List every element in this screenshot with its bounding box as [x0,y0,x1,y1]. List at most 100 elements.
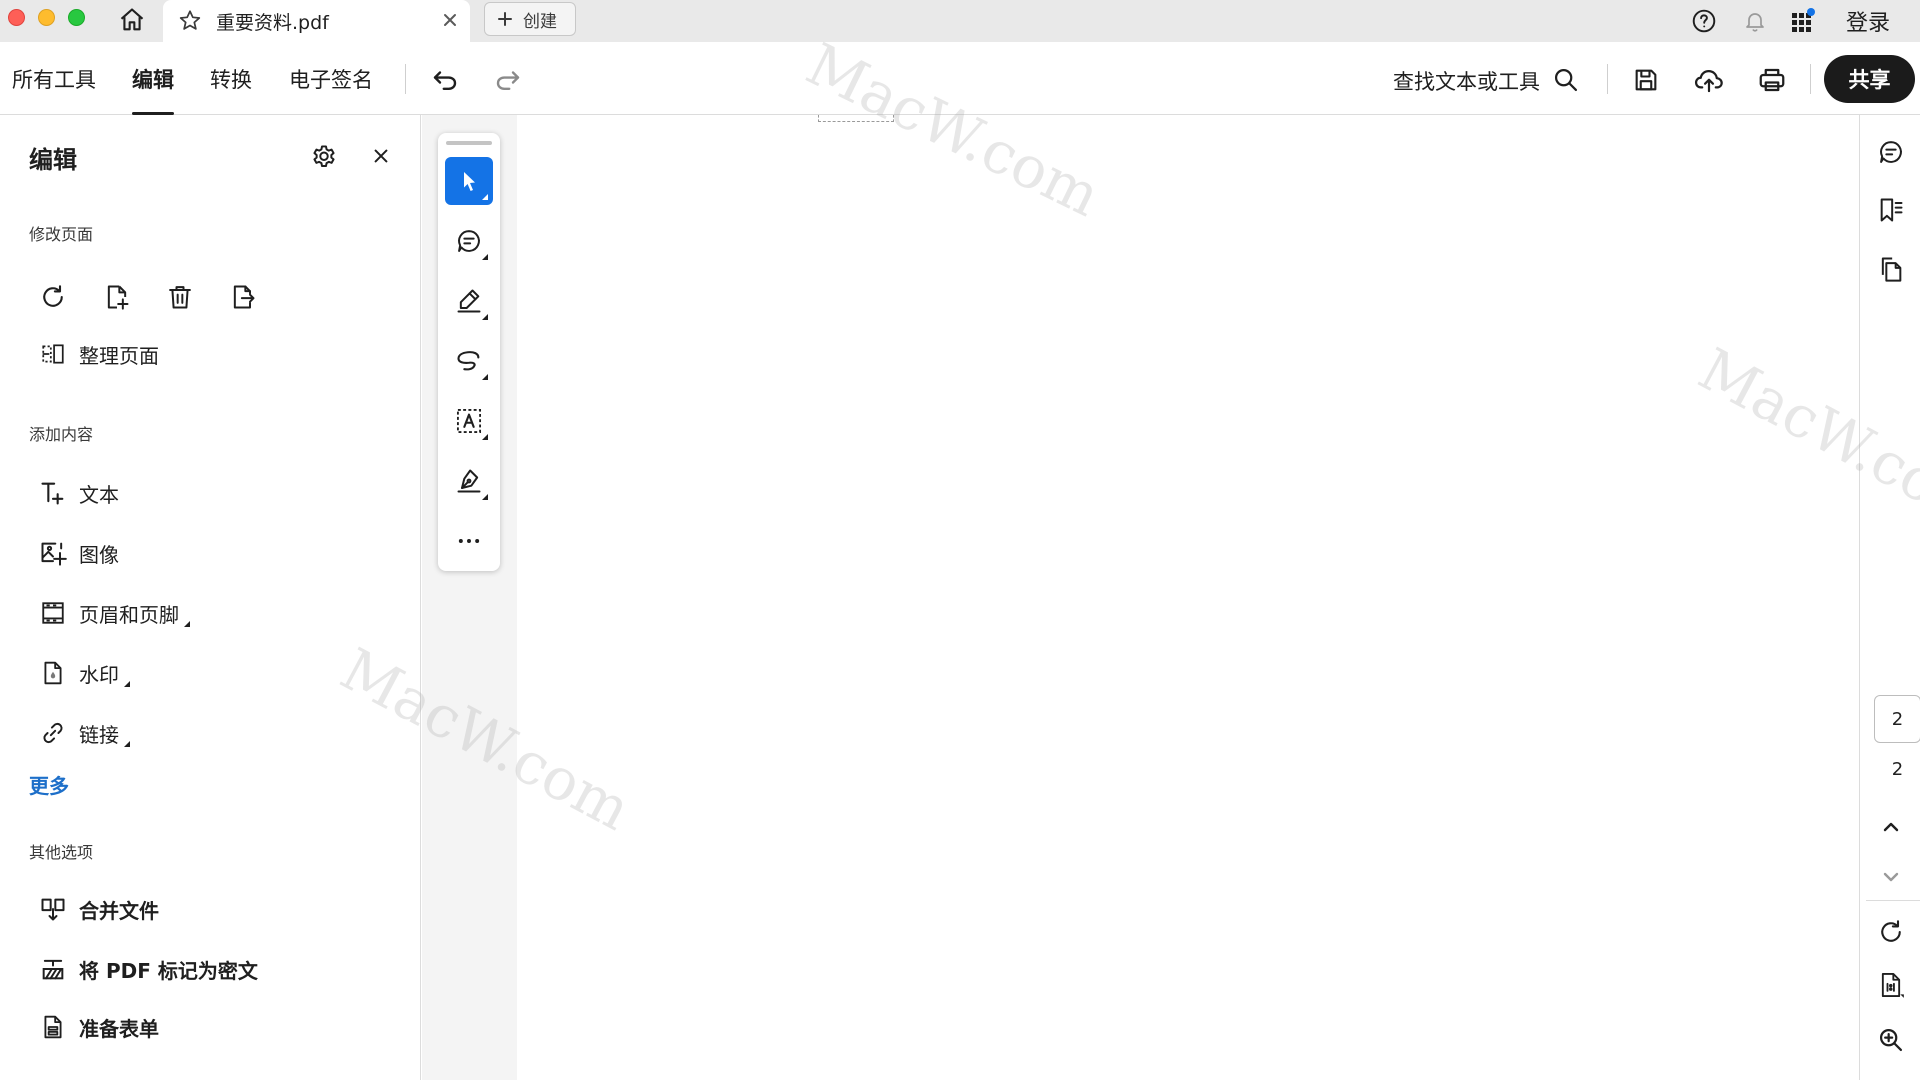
redo-icon [496,71,520,90]
add-text-item[interactable]: 文本 [38,475,119,511]
chevron-up-icon [1883,822,1899,832]
document-tab-title: 重要资料.pdf [216,12,329,34]
main-toolbar: 所有工具 编辑 转换 电子签名 查找文本或工具 共享 [0,42,1920,115]
notifications-button[interactable] [1740,6,1770,36]
freehand-draw-icon [457,351,480,371]
rotate-view-button[interactable] [1874,915,1908,949]
create-button[interactable]: 创建 [484,2,576,36]
page-thumbnails-button[interactable] [1874,252,1908,286]
fit-page-button[interactable] [1874,968,1908,1002]
more-tools-link[interactable]: 更多 [29,770,69,799]
share-button[interactable]: 共享 [1824,55,1915,103]
tab-convert[interactable]: 转换 [210,64,252,115]
pdf-page[interactable] [517,115,1859,1080]
rotate-page-button[interactable] [33,277,73,317]
tab-all-tools[interactable]: 所有工具 [12,64,96,115]
panel-title: 编辑 [29,146,77,174]
cloud-upload-icon [1694,70,1723,93]
text-box-tool-button[interactable] [445,397,493,445]
window-close-button[interactable] [8,9,25,26]
link-item[interactable]: 链接 [38,715,130,751]
current-page-input[interactable]: 2 [1874,695,1920,743]
highlight-icon [457,289,481,313]
combine-files-item[interactable]: 合并文件 [38,891,159,927]
submenu-indicator [482,434,488,440]
more-tools-button[interactable] [445,517,493,565]
home-button[interactable] [116,4,148,36]
help-button[interactable] [1689,6,1719,36]
select-tool-button[interactable] [445,157,493,205]
upload-to-cloud-button[interactable] [1691,62,1727,98]
add-image-label: 图像 [79,542,119,567]
star-icon[interactable] [177,8,203,34]
edit-panel: 编辑 修改页面 整理页面 添加内容 文本 图像 页眉和页脚 水印 链接 更多 其… [0,115,421,1080]
watermark-item[interactable]: 水印 [38,655,130,691]
plus-icon [498,12,512,26]
organize-pages-item[interactable]: 整理页面 [38,336,159,372]
create-button-label: 创建 [523,11,557,32]
delete-page-button[interactable] [160,277,200,317]
add-text-icon [38,478,68,508]
submenu-indicator [482,314,488,320]
text-box-icon [456,408,482,434]
tab-esign[interactable]: 电子签名 [289,64,373,115]
search-button[interactable] [1548,62,1584,98]
organize-pages-icon [38,339,68,369]
previous-page-button[interactable] [1874,810,1908,844]
home-icon [120,8,144,31]
combine-files-icon [38,894,68,924]
find-text-or-tools[interactable]: 查找文本或工具 [1393,66,1540,96]
print-icon [1759,68,1785,92]
pages-icon [1881,257,1902,282]
submenu-indicator [184,621,190,627]
document-viewport[interactable] [422,115,1859,1080]
redact-item[interactable]: 将 PDF 标记为密文 [38,951,258,987]
apps-button[interactable] [1788,6,1818,36]
highlight-tool-button[interactable] [445,277,493,325]
redact-label: 将 PDF 标记为密文 [79,958,258,983]
sign-tool-button[interactable] [445,457,493,505]
section-modify-pages: 修改页面 [29,225,94,244]
link-label: 链接 [79,722,119,747]
section-other-options: 其他选项 [29,843,94,862]
gear-icon [313,145,335,168]
extract-page-button[interactable] [223,277,263,317]
freehand-draw-tool-button[interactable] [445,337,493,385]
save-button[interactable] [1628,62,1664,98]
add-image-item[interactable]: 图像 [38,535,119,571]
comments-panel-button[interactable] [1874,135,1908,169]
header-footer-item[interactable]: 页眉和页脚 [38,595,190,631]
select-cursor-icon [464,172,475,191]
submenu-indicator [482,374,488,380]
undo-icon [433,71,457,90]
quick-tools-toolbar [438,133,500,571]
close-icon [444,14,456,26]
panel-settings-button[interactable] [307,139,341,173]
zoom-in-button[interactable] [1874,1023,1908,1057]
help-icon [1692,9,1716,33]
bookmarks-panel-button[interactable] [1874,193,1908,227]
redo-button[interactable] [490,62,526,98]
prepare-form-item[interactable]: 准备表单 [38,1009,159,1045]
document-tab[interactable]: 重要资料.pdf [163,0,470,42]
tab-edit[interactable]: 编辑 [132,64,174,115]
print-button[interactable] [1754,62,1790,98]
toolbar-divider [1607,64,1608,94]
total-pages: 2 [1891,759,1904,780]
toolbar-drag-handle[interactable] [446,141,492,145]
organize-pages-label: 整理页面 [79,343,159,368]
sign-in-link[interactable]: 登录 [1846,5,1890,37]
window-maximize-button[interactable] [68,9,85,26]
panel-close-button[interactable] [366,141,396,171]
add-text-label: 文本 [79,482,119,507]
header-footer-icon [38,598,68,628]
comment-tool-button[interactable] [445,217,493,265]
comment-icon [1880,141,1902,163]
zoom-in-icon [1879,1028,1903,1052]
undo-button[interactable] [427,62,463,98]
insert-page-button[interactable] [97,277,137,317]
next-page-button[interactable] [1874,860,1908,894]
window-minimize-button[interactable] [38,9,55,26]
add-image-icon [38,538,68,568]
close-tab-button[interactable] [440,10,460,30]
